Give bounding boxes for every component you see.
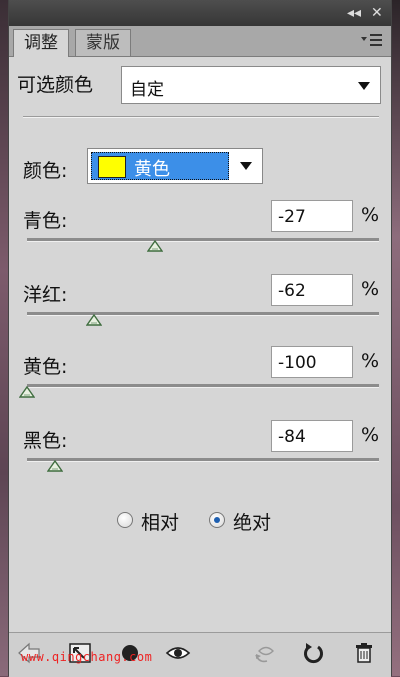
slider-label-yellow: 黄色:: [23, 356, 68, 378]
preset-dropdown[interactable]: 自定: [121, 66, 381, 104]
chevron-down-icon: [240, 162, 252, 170]
background-right: [392, 0, 400, 676]
colors-label: 颜色:: [23, 160, 68, 182]
divider: [23, 116, 379, 118]
trash-icon[interactable]: [351, 641, 377, 665]
slider-label-cyan: 青色:: [23, 210, 68, 232]
slider-label-black: 黑色:: [23, 430, 68, 452]
preset-value: 自定: [130, 80, 164, 100]
panel-titlebar: ◂◂ ✕: [9, 0, 391, 26]
yellow-percent: %: [361, 350, 380, 372]
color-swatch: [98, 156, 126, 178]
radio-absolute-label: 绝对: [233, 512, 272, 534]
visibility-eye-icon[interactable]: [165, 641, 191, 665]
yellow-slider-track[interactable]: [27, 384, 379, 388]
watermark-text: www.qingchang.com: [21, 650, 153, 664]
black-value-input[interactable]: -84: [271, 420, 353, 452]
preset-label: 可选颜色: [17, 74, 94, 96]
colors-value: 黄色: [134, 159, 170, 180]
colors-dropdown[interactable]: 黄色: [87, 148, 263, 184]
black-slider-track[interactable]: [27, 458, 379, 462]
adjustments-panel: ◂◂ ✕ 调整 蒙版 可选颜色 自定 颜色: 黄色 青色: -27 % 洋红: …: [8, 0, 392, 677]
yellow-value-input[interactable]: -100: [271, 346, 353, 378]
magenta-value-input[interactable]: -62: [271, 274, 353, 306]
reset-icon[interactable]: [301, 641, 327, 665]
tab-masks[interactable]: 蒙版: [75, 29, 131, 56]
tab-adjustments[interactable]: 调整: [13, 29, 69, 57]
background-left: [0, 0, 8, 676]
double-chevron-left-icon[interactable]: ◂◂: [347, 4, 361, 22]
tab-bar: 调整 蒙版: [9, 26, 391, 57]
chevron-down-icon: [358, 82, 370, 90]
black-percent: %: [361, 424, 380, 446]
radio-relative-label: 相对: [141, 512, 180, 534]
colors-selected: 黄色: [91, 152, 229, 180]
cyan-slider-track[interactable]: [27, 238, 379, 242]
radio-absolute[interactable]: [209, 512, 225, 528]
magenta-slider-track[interactable]: [27, 312, 379, 316]
panel-menu-icon[interactable]: [361, 32, 383, 52]
slider-label-magenta: 洋红:: [23, 284, 68, 306]
radio-relative[interactable]: [117, 512, 133, 528]
view-previous-icon[interactable]: [253, 641, 279, 665]
magenta-percent: %: [361, 278, 380, 300]
cyan-value-input[interactable]: -27: [271, 200, 353, 232]
close-icon[interactable]: ✕: [371, 4, 383, 22]
cyan-percent: %: [361, 204, 380, 226]
